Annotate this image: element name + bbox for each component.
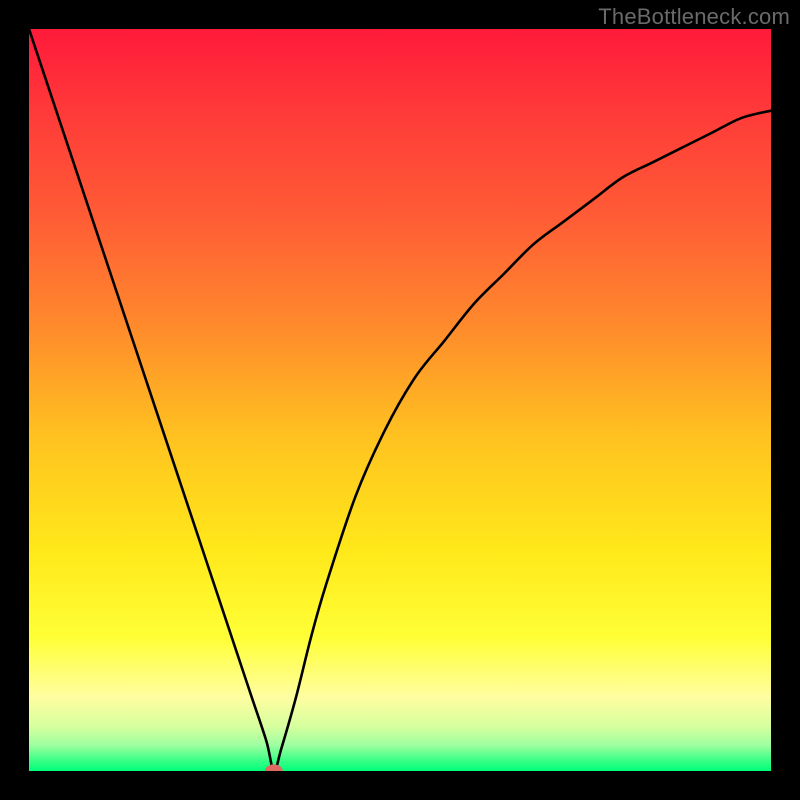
chart-frame: TheBottleneck.com [0,0,800,800]
plot-svg [29,29,771,771]
plot-area [29,29,771,771]
watermark-text: TheBottleneck.com [598,4,790,30]
